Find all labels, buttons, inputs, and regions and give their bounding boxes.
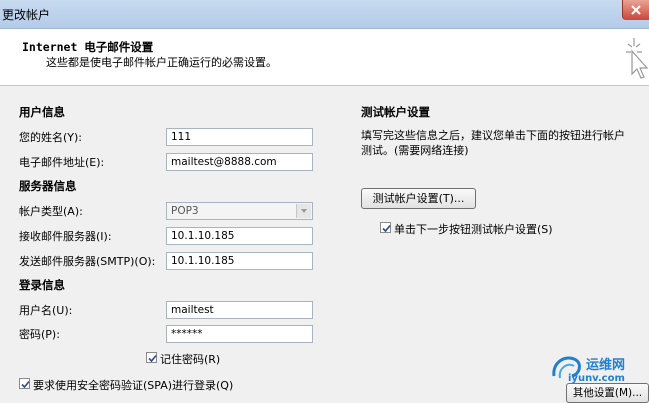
close-button[interactable] [622, 0, 649, 20]
name-field[interactable]: 111 [166, 128, 313, 146]
window-title: 更改帐户 [2, 8, 51, 22]
test-desc-line2: 测试。(需要网络连接) [361, 144, 469, 157]
watermark-logo: 运维网 iyunv.com [538, 348, 649, 388]
username-field[interactable]: mailtest [166, 301, 313, 319]
checkmark-icon [21, 380, 30, 389]
close-icon [631, 5, 641, 15]
server-info-heading: 服务器信息 [19, 179, 77, 193]
account-type-select[interactable]: POP3 [166, 202, 313, 220]
test-desc-line1: 填写完这些信息之后，建议您单击下面的按钮进行帐户 [361, 129, 625, 142]
username-label: 用户名(U): [19, 304, 73, 317]
wizard-header: Internet 电子邮件设置 这些都是使电子邮件帐户正确运行的必需设置。 [0, 29, 649, 86]
incoming-server-field[interactable]: 10.1.10.185 [166, 227, 313, 245]
account-type-value: POP3 [171, 205, 199, 217]
next-test-label: 单击下一步按钮测试帐户设置(S) [394, 223, 553, 236]
checkmark-icon [382, 224, 391, 233]
outgoing-server-field[interactable]: 10.1.10.185 [166, 252, 313, 270]
email-label: 电子邮件地址(E): [19, 156, 105, 169]
spa-checkbox[interactable] [19, 378, 30, 389]
sparkle-cursor-icon [626, 38, 649, 79]
watermark-title: 运维网 [586, 358, 626, 373]
page-title: Internet 电子邮件设置 [22, 40, 154, 54]
outgoing-server-label: 发送邮件服务器(SMTP)(O): [19, 255, 156, 268]
checkmark-icon [148, 354, 157, 363]
title-bar: 更改帐户 [0, 0, 649, 29]
password-label: 密码(P): [19, 328, 60, 341]
spa-label: 要求使用安全密码验证(SPA)进行登录(Q) [33, 379, 234, 392]
name-label: 您的姓名(Y): [19, 131, 83, 144]
watermark-url: iyunv.com [568, 373, 625, 384]
account-type-label: 帐户类型(A): [19, 205, 83, 218]
remember-password-label: 记住密码(R) [160, 353, 221, 366]
test-account-button[interactable]: 测试帐户设置(T)... [361, 188, 476, 209]
remember-password-checkbox[interactable] [146, 352, 157, 363]
page-subtitle: 这些都是使电子邮件帐户正确运行的必需设置。 [46, 56, 277, 69]
password-field[interactable]: ****** [166, 325, 313, 343]
chevron-down-icon [301, 209, 307, 213]
user-info-heading: 用户信息 [19, 105, 65, 119]
email-field[interactable]: mailtest@8888.com [166, 153, 313, 171]
next-test-checkbox[interactable] [380, 222, 391, 233]
test-settings-heading: 测试帐户设置 [361, 105, 430, 119]
dropdown-arrow [296, 204, 311, 218]
login-info-heading: 登录信息 [19, 278, 65, 292]
incoming-server-label: 接收邮件服务器(I): [19, 230, 112, 243]
